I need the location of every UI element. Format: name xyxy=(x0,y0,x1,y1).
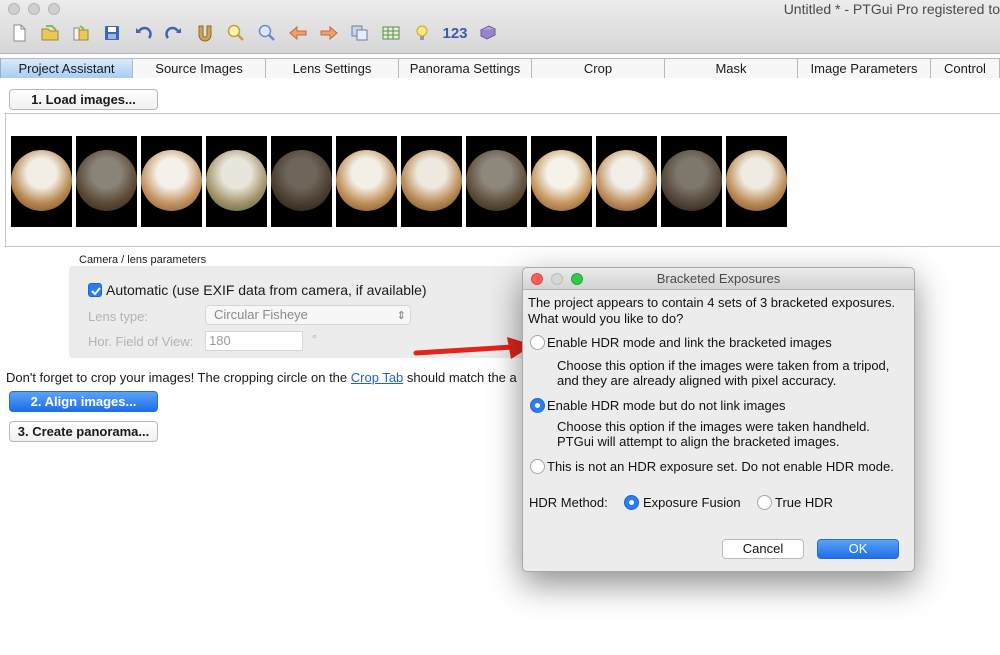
image-thumbnail[interactable] xyxy=(401,136,462,227)
tab-mask[interactable]: Mask xyxy=(665,58,798,78)
tab-bar: Project Assistant Source Images Lens Set… xyxy=(0,58,1000,78)
fisheye-image xyxy=(336,150,397,211)
hdr-link-desc-1: Choose this option if the images were ta… xyxy=(557,358,890,373)
zoom-out-icon[interactable] xyxy=(256,22,278,44)
lens-type-select[interactable]: Circular Fisheye ⇕ xyxy=(205,305,411,325)
window-title: Untitled * - PTGui Pro registered to xyxy=(783,1,1000,17)
image-thumbnail[interactable] xyxy=(336,136,397,227)
exposure-fusion-label: Exposure Fusion xyxy=(643,495,741,510)
arrow-left-icon[interactable] xyxy=(287,22,309,44)
image-thumbnail[interactable] xyxy=(271,136,332,227)
hfov-unit: ° xyxy=(312,332,317,346)
help-book-icon[interactable] xyxy=(477,22,499,44)
hdr-no-link-desc-1: Choose this option if the images were ta… xyxy=(557,419,870,434)
hfov-label: Hor. Field of View: xyxy=(88,334,194,349)
hdr-link-label: Enable HDR mode and link the bracketed i… xyxy=(547,335,832,350)
new-file-icon[interactable] xyxy=(8,22,30,44)
arrow-right-icon[interactable] xyxy=(318,22,340,44)
hdr-link-radio[interactable] xyxy=(530,335,545,350)
magnet-icon[interactable] xyxy=(194,22,216,44)
create-panorama-button[interactable]: 3. Create panorama... xyxy=(9,421,158,442)
camera-group-label: Camera / lens parameters xyxy=(79,254,207,266)
checkmark-icon xyxy=(91,287,101,296)
hdr-method-label: HDR Method: xyxy=(529,495,608,510)
fisheye-image xyxy=(596,150,657,211)
title-bar: Untitled * - PTGui Pro registered to 123 xyxy=(0,0,1000,54)
no-hdr-radio[interactable] xyxy=(530,459,545,474)
no-hdr-label: This is not an HDR exposure set. Do not … xyxy=(547,459,894,474)
table-icon[interactable] xyxy=(380,22,402,44)
lens-type-label: Lens type: xyxy=(88,309,148,324)
image-thumbnail[interactable] xyxy=(466,136,527,227)
align-images-button[interactable]: 2. Align images... xyxy=(9,391,158,412)
fisheye-image xyxy=(726,150,787,211)
fisheye-image xyxy=(661,150,722,211)
tab-crop[interactable]: Crop xyxy=(532,58,665,78)
tab-lens-settings[interactable]: Lens Settings xyxy=(266,58,399,78)
lens-type-value: Circular Fisheye xyxy=(214,307,308,322)
window-minimize-button[interactable] xyxy=(28,3,40,15)
red-arrow-icon xyxy=(413,337,533,359)
dialog-intro-line1: The project appears to contain 4 sets of… xyxy=(528,295,896,310)
redo-icon[interactable] xyxy=(163,22,185,44)
tab-panorama-settings[interactable]: Panorama Settings xyxy=(399,58,532,78)
hdr-no-link-desc-2: PTGui will attempt to align the brackete… xyxy=(557,434,840,449)
note-suffix: should match the a xyxy=(403,370,517,385)
dialog-minimize-button[interactable] xyxy=(551,273,563,285)
image-thumbnail[interactable] xyxy=(531,136,592,227)
cancel-button[interactable]: Cancel xyxy=(722,539,804,559)
dialog-close-button[interactable] xyxy=(531,273,543,285)
fisheye-image xyxy=(141,150,202,211)
fisheye-image xyxy=(11,150,72,211)
hfov-input[interactable]: 180 xyxy=(205,331,303,351)
image-thumbnail[interactable] xyxy=(661,136,722,227)
crop-tab-link[interactable]: Crop Tab xyxy=(351,370,404,385)
automatic-exif-label: Automatic (use EXIF data from camera, if… xyxy=(106,282,427,298)
tab-control[interactable]: Control xyxy=(931,58,1000,78)
image-thumbnail[interactable] xyxy=(726,136,787,227)
ok-button[interactable]: OK xyxy=(817,539,899,559)
image-thumbnails-strip xyxy=(5,113,1000,247)
true-hdr-radio[interactable] xyxy=(757,495,772,510)
lightbulb-icon[interactable] xyxy=(411,22,433,44)
window-close-button[interactable] xyxy=(8,3,20,15)
exposure-fusion-radio[interactable] xyxy=(624,495,639,510)
image-thumbnail[interactable] xyxy=(11,136,72,227)
tab-project-assistant[interactable]: Project Assistant xyxy=(0,58,133,78)
load-images-button[interactable]: 1. Load images... xyxy=(9,89,158,110)
dialog-zoom-button[interactable] xyxy=(571,273,583,285)
fisheye-image xyxy=(466,150,527,211)
image-thumbnail[interactable] xyxy=(596,136,657,227)
hdr-link-desc-2: and they are already aligned with pixel … xyxy=(557,373,837,388)
crop-reminder-note: Don't forget to crop your images! The cr… xyxy=(6,370,517,385)
zoom-in-icon[interactable] xyxy=(225,22,247,44)
image-thumbnail[interactable] xyxy=(206,136,267,227)
fisheye-image xyxy=(206,150,267,211)
toolbar: 123 xyxy=(8,20,508,46)
tab-source-images[interactable]: Source Images xyxy=(133,58,266,78)
fisheye-image xyxy=(76,150,137,211)
open-folder-icon[interactable] xyxy=(39,22,61,44)
true-hdr-label: True HDR xyxy=(775,495,834,510)
image-thumbnail[interactable] xyxy=(141,136,202,227)
tab-image-parameters[interactable]: Image Parameters xyxy=(798,58,931,78)
fisheye-image xyxy=(531,150,592,211)
copy-images-icon[interactable] xyxy=(349,22,371,44)
chevron-updown-icon: ⇕ xyxy=(396,310,406,322)
numbers-icon[interactable]: 123 xyxy=(442,22,468,44)
automatic-exif-checkbox[interactable] xyxy=(88,283,102,297)
note-prefix: Don't forget to crop your images! The cr… xyxy=(6,370,351,385)
bracketed-exposures-dialog: Bracketed Exposures The project appears … xyxy=(522,267,915,572)
hdr-no-link-radio[interactable] xyxy=(530,398,545,413)
fisheye-image xyxy=(271,150,332,211)
hdr-no-link-label: Enable HDR mode but do not link images xyxy=(547,398,786,413)
fisheye-image xyxy=(401,150,462,211)
image-thumbnail[interactable] xyxy=(76,136,137,227)
undo-icon[interactable] xyxy=(132,22,154,44)
open-recent-icon[interactable] xyxy=(70,22,92,44)
dialog-intro-line2: What would you like to do? xyxy=(528,311,684,326)
window-zoom-button[interactable] xyxy=(48,3,60,15)
save-icon[interactable] xyxy=(101,22,123,44)
